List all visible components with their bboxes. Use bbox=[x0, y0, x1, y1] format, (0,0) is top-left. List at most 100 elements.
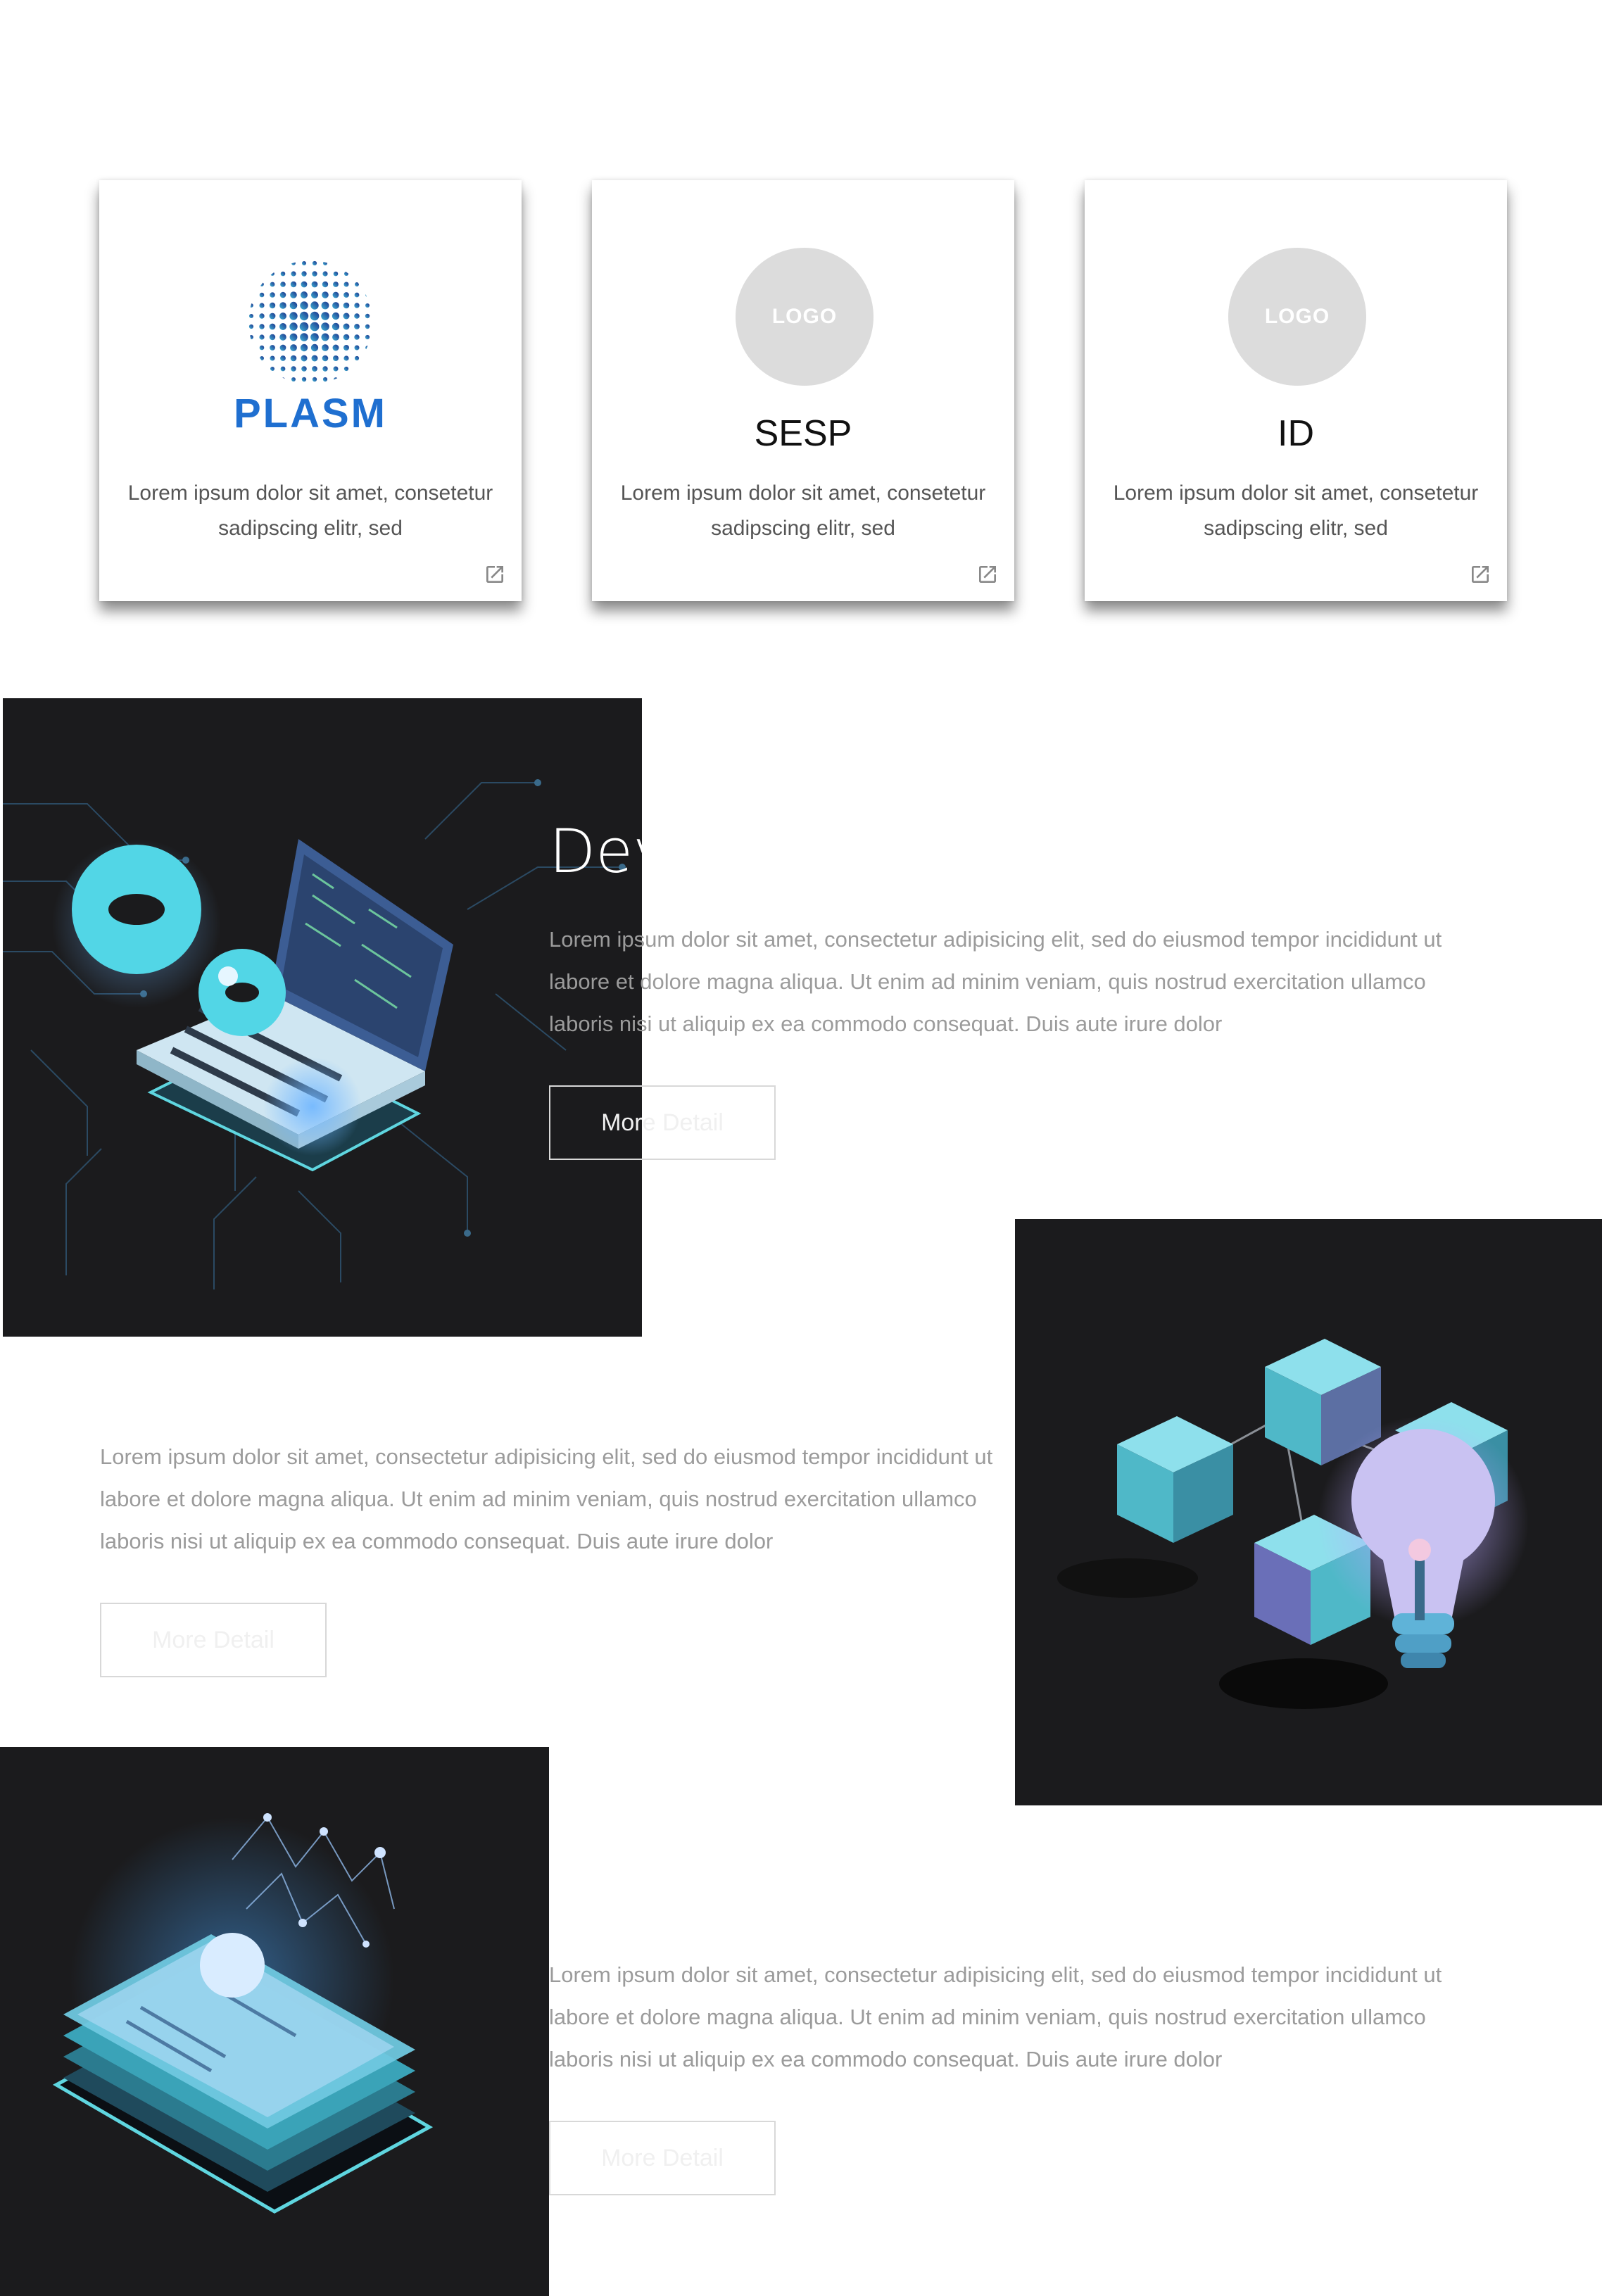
feature-description: Lorem ipsum dolor sit amet, consectetur … bbox=[549, 927, 1442, 1036]
globe-dot bbox=[322, 377, 328, 382]
globe-dot bbox=[343, 313, 350, 320]
globe-dot bbox=[343, 302, 350, 309]
feature-description: Lorem ipsum dolor sit amet, consectetur … bbox=[100, 1444, 993, 1553]
data-tablet-illustration bbox=[52, 1813, 434, 2214]
globe-dot bbox=[322, 366, 328, 372]
globe-dot bbox=[249, 303, 253, 308]
globe-dot bbox=[365, 293, 370, 297]
globe-dot bbox=[332, 334, 339, 341]
globe-dot bbox=[365, 334, 370, 340]
globe-dot bbox=[322, 291, 329, 298]
partner-card-sesp[interactable]: LOGO SESP Lorem ipsum dolor sit amet, co… bbox=[592, 180, 1014, 601]
globe-dot bbox=[280, 366, 286, 372]
globe-dot bbox=[310, 322, 320, 332]
globe-dot bbox=[301, 355, 308, 362]
globe-dot bbox=[310, 333, 319, 341]
globe-dot bbox=[323, 261, 327, 265]
globe-dot bbox=[259, 345, 265, 351]
globe-dot bbox=[280, 271, 286, 277]
globe-dot bbox=[300, 333, 308, 341]
globe-dot bbox=[302, 261, 306, 265]
globe-dot bbox=[365, 324, 370, 329]
globe-dot bbox=[270, 345, 275, 351]
globe-dot bbox=[343, 292, 349, 298]
logo-placeholder: LOGO bbox=[736, 248, 873, 386]
globe-dot bbox=[269, 334, 276, 341]
globe-dot bbox=[269, 323, 276, 330]
globe-dot bbox=[270, 292, 275, 298]
globe-dot bbox=[310, 343, 319, 352]
globe-dot bbox=[270, 282, 275, 287]
globe-dot bbox=[312, 260, 317, 266]
globe-dot bbox=[279, 302, 286, 309]
feature-heading: Dev bbox=[549, 816, 669, 887]
globe-dot bbox=[269, 302, 276, 309]
globe-dot bbox=[365, 303, 370, 308]
globe-dot bbox=[300, 301, 308, 310]
globe-dot bbox=[354, 303, 360, 308]
more-detail-button[interactable]: More Detail bbox=[549, 1085, 776, 1160]
logo-placeholder: LOGO bbox=[1228, 248, 1366, 386]
globe-dot bbox=[332, 344, 339, 351]
globe-dot bbox=[279, 344, 286, 351]
globe-dot bbox=[321, 301, 329, 310]
globe-dot bbox=[289, 322, 298, 331]
card-description: Lorem ipsum dolor sit amet, consetetur s… bbox=[127, 481, 493, 540]
globe-dot bbox=[322, 344, 329, 351]
globe-dot bbox=[301, 291, 308, 298]
globe-dot bbox=[301, 271, 307, 277]
globe-dot bbox=[280, 282, 286, 287]
globe-dot bbox=[279, 313, 286, 320]
feature-description: Lorem ipsum dolor sit amet, consectetur … bbox=[549, 1962, 1442, 2071]
globe-dot bbox=[249, 335, 253, 339]
globe-dot bbox=[301, 377, 307, 382]
globe-dot bbox=[310, 301, 319, 310]
more-detail-button[interactable]: More Detail bbox=[100, 1603, 327, 1677]
globe-dot bbox=[291, 377, 296, 381]
globe-dot bbox=[299, 322, 309, 332]
globe-dot bbox=[332, 302, 339, 309]
partner-card-plasm[interactable]: PLASM Lorem ipsum dolor sit amet, conset… bbox=[99, 180, 522, 601]
globe-dot bbox=[333, 355, 339, 361]
external-link-icon[interactable] bbox=[484, 563, 506, 586]
globe-dot bbox=[355, 282, 359, 286]
globe-dot bbox=[343, 334, 350, 341]
globe-dot bbox=[291, 271, 296, 277]
globe-dot bbox=[301, 366, 307, 372]
globe-dot bbox=[321, 333, 329, 341]
globe-dot bbox=[301, 281, 308, 288]
globe-dot bbox=[333, 366, 339, 372]
globe-dot bbox=[332, 322, 340, 331]
globe-dot bbox=[365, 313, 370, 319]
globe-dot bbox=[279, 323, 286, 330]
more-detail-button[interactable]: More Detail bbox=[549, 2121, 776, 2195]
globe-dot bbox=[290, 291, 297, 298]
plasm-wordmark: PLASM bbox=[234, 391, 387, 436]
globe-dot bbox=[343, 355, 349, 361]
globe-dot bbox=[289, 301, 298, 310]
globe-dot bbox=[260, 356, 264, 360]
card-description: Lorem ipsum dolor sit amet, consetetur s… bbox=[1113, 481, 1479, 540]
external-link-icon[interactable] bbox=[1469, 563, 1491, 586]
card-title: ID bbox=[1278, 413, 1314, 454]
globe-dot bbox=[270, 272, 275, 276]
globe-dot bbox=[279, 291, 286, 298]
globe-dot bbox=[270, 367, 275, 371]
globe-dot bbox=[343, 323, 350, 330]
globe-dot bbox=[259, 303, 265, 308]
globe-dot bbox=[312, 377, 317, 382]
external-link-icon[interactable] bbox=[976, 563, 999, 586]
globe-dot bbox=[300, 343, 308, 352]
globe-dot bbox=[311, 281, 318, 288]
partner-card-id[interactable]: LOGO ID Lorem ipsum dolor sit amet, cons… bbox=[1085, 180, 1507, 601]
globe-dot bbox=[332, 312, 340, 320]
globe-dot bbox=[290, 355, 297, 362]
globe-dot bbox=[321, 322, 329, 331]
globe-dot bbox=[260, 282, 264, 286]
globe-dot bbox=[290, 344, 297, 351]
globe-dot bbox=[259, 292, 265, 298]
globe-dot bbox=[289, 333, 298, 341]
globe-dot bbox=[322, 271, 328, 277]
globe-dot bbox=[290, 281, 297, 288]
globe-dot bbox=[248, 324, 254, 329]
